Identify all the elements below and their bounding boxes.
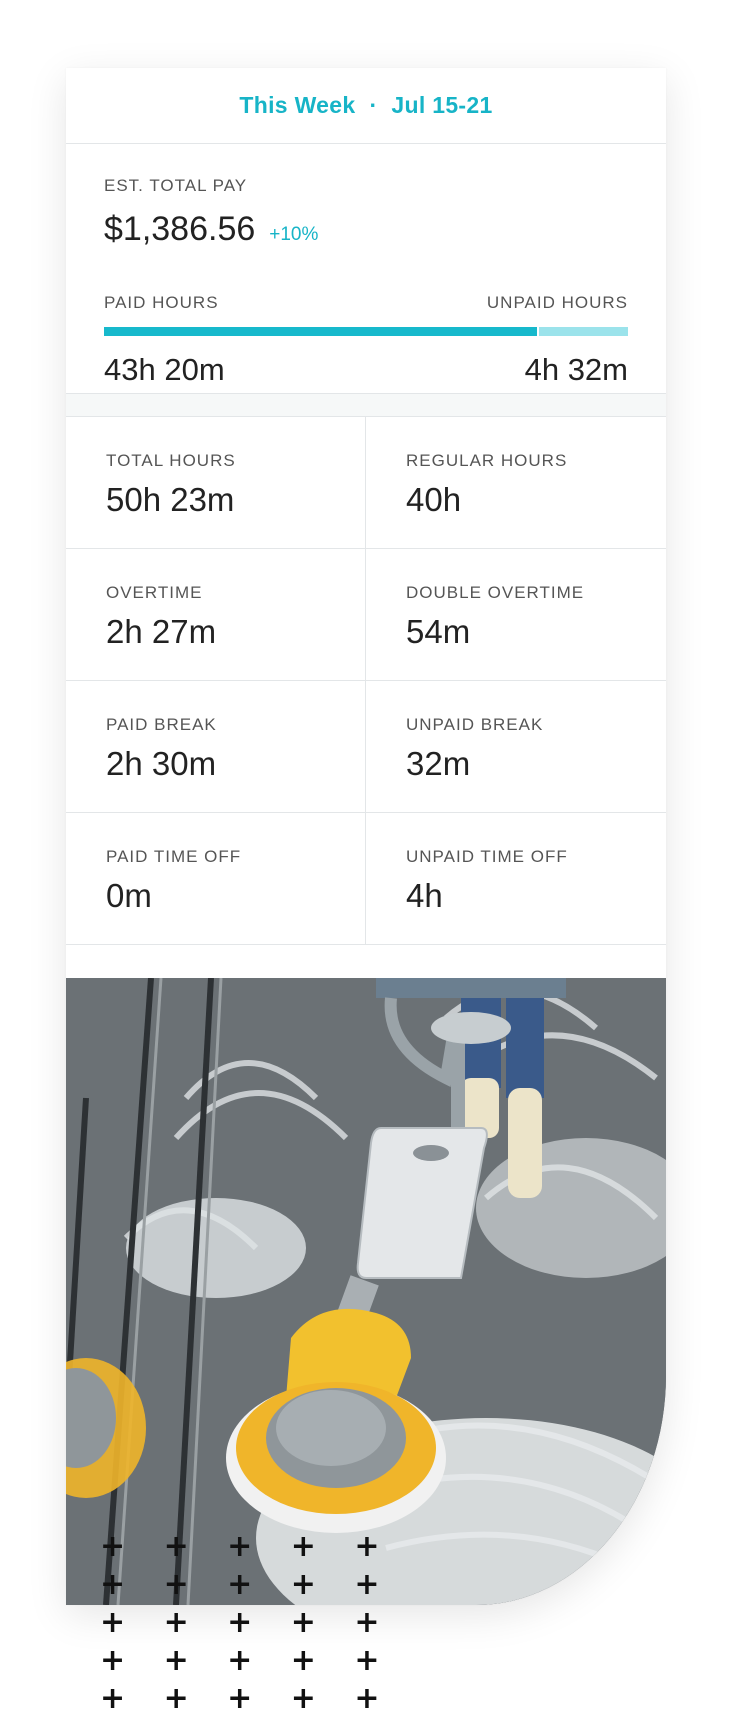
stat-value: 40h <box>406 481 462 518</box>
unpaid-hours-bar <box>539 327 628 336</box>
separator: · <box>369 92 378 118</box>
stat-label: UNPAID TIME OFF <box>406 847 568 866</box>
total-pay-label: EST. TOTAL PAY <box>104 176 248 195</box>
stat-label: PAID TIME OFF <box>106 847 242 866</box>
hours-progress-bar <box>104 327 628 336</box>
stat-label: PAID BREAK <box>106 715 217 734</box>
stat-value: 4h <box>406 877 443 914</box>
stat-value: 0m <box>106 877 152 914</box>
pay-section: EST. TOTAL PAY $1,386.56 +10% PAID HOURS… <box>66 144 666 394</box>
floor-cleaning-photo <box>66 978 666 1605</box>
plus-pattern-row: + + + + + <box>100 1605 394 1640</box>
stat-label: OVERTIME <box>106 583 203 602</box>
plus-pattern-row: + + + + + <box>100 1567 394 1602</box>
stat-value: 32m <box>406 745 471 782</box>
stat-value: 50h 23m <box>106 481 235 518</box>
paid-hours-label: PAID HOURS <box>104 293 219 312</box>
stat-double-overtime: DOUBLE OVERTIME 54m <box>366 549 666 681</box>
stat-unpaid-time-off: UNPAID TIME OFF 4h <box>366 813 666 945</box>
stat-label: DOUBLE OVERTIME <box>406 583 585 602</box>
stat-paid-break: PAID BREAK 2h 30m <box>66 681 366 813</box>
section-divider <box>66 394 666 417</box>
stat-label: UNPAID BREAK <box>406 715 544 734</box>
unpaid-hours-value: 4h 32m <box>524 352 628 387</box>
paid-hours-value: 43h 20m <box>104 352 225 387</box>
floor-cleaning-illustration <box>66 978 666 1605</box>
stat-regular-hours: REGULAR HOURS 40h <box>366 417 666 549</box>
stat-total-hours: TOTAL HOURS 50h 23m <box>66 417 366 549</box>
hours-breakdown-grid: TOTAL HOURS 50h 23m REGULAR HOURS 40h OV… <box>66 417 666 945</box>
total-pay-amount: $1,386.56 <box>104 210 256 248</box>
stat-value: 2h 30m <box>106 745 217 782</box>
paid-hours-bar <box>104 327 538 336</box>
plus-pattern-row: + + + + + <box>100 1529 394 1564</box>
stat-label: TOTAL HOURS <box>106 451 236 470</box>
stat-paid-time-off: PAID TIME OFF 0m <box>66 813 366 945</box>
stat-label: REGULAR HOURS <box>406 451 568 470</box>
stat-value: 54m <box>406 613 471 650</box>
stat-value: 2h 27m <box>106 613 217 650</box>
plus-pattern-row: + + + + + <box>100 1643 394 1678</box>
pay-change-badge: +10% <box>269 224 319 245</box>
period-label: This Week <box>239 92 356 118</box>
week-selector[interactable]: This Week · Jul 15-21 <box>66 68 666 144</box>
stat-overtime: OVERTIME 2h 27m <box>66 549 366 681</box>
pay-summary-card: This Week · Jul 15-21 EST. TOTAL PAY $1,… <box>66 68 666 1605</box>
plus-pattern-row: + + + + + <box>100 1681 394 1716</box>
stat-unpaid-break: UNPAID BREAK 32m <box>366 681 666 813</box>
unpaid-hours-label: UNPAID HOURS <box>486 293 628 312</box>
date-range: Jul 15-21 <box>391 92 493 118</box>
